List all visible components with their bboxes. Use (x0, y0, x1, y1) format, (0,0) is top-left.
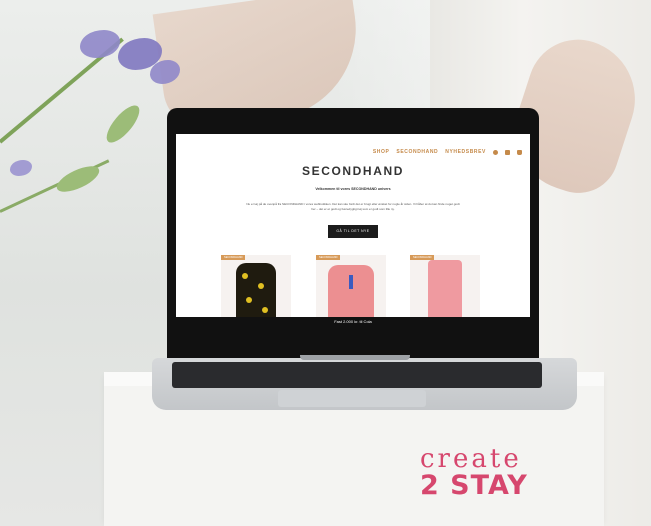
blazer-lapel (349, 275, 353, 289)
create2stay-logo: create 2 STAY (420, 446, 570, 500)
product-badge: SECONDHAND (410, 255, 435, 260)
intro-text: Nu er tøj på de ovenpå fra SECONDHAND i … (246, 202, 460, 211)
site-nav: SHOP SECONDHAND NYHEDSBREV (373, 149, 522, 155)
page-title: SECONDHAND (301, 164, 404, 178)
promo-banner: Fast 2.000 kr. til Cola (176, 317, 530, 327)
laptop-hinge (300, 355, 410, 360)
flower-leaf (53, 161, 103, 197)
account-icon[interactable] (493, 149, 498, 155)
iris-petal (80, 30, 120, 58)
nav-shop[interactable]: SHOP (373, 149, 390, 155)
product-badge: SECONDHAND (221, 255, 246, 260)
nav-newsletter[interactable]: NYHEDSBREV (445, 149, 486, 155)
laptop-trackpad (278, 390, 426, 407)
iris-bud (10, 160, 32, 176)
logo-line-create: create (420, 444, 522, 474)
laptop-keyboard (172, 362, 542, 388)
cta-button[interactable]: GÅ TIL DET NYE (328, 225, 378, 238)
laptop-bezel (176, 327, 530, 355)
search-icon[interactable] (505, 149, 510, 155)
nav-secondhand[interactable]: SECONDHAND (396, 149, 438, 155)
welcome-text: Velkommen til vores SECONDHAND univers (315, 187, 391, 191)
flower-leaf (101, 100, 145, 148)
product-badge: SECONDHAND (316, 255, 341, 260)
laptop-screen: SHOP SECONDHAND NYHEDSBREV SECONDHAND Ve… (176, 134, 530, 327)
product-photo: SHOP SECONDHAND NYHEDSBREV SECONDHAND Ve… (0, 0, 651, 526)
logo-line-2stay: 2 STAY (420, 470, 528, 501)
cart-icon[interactable] (517, 149, 522, 155)
